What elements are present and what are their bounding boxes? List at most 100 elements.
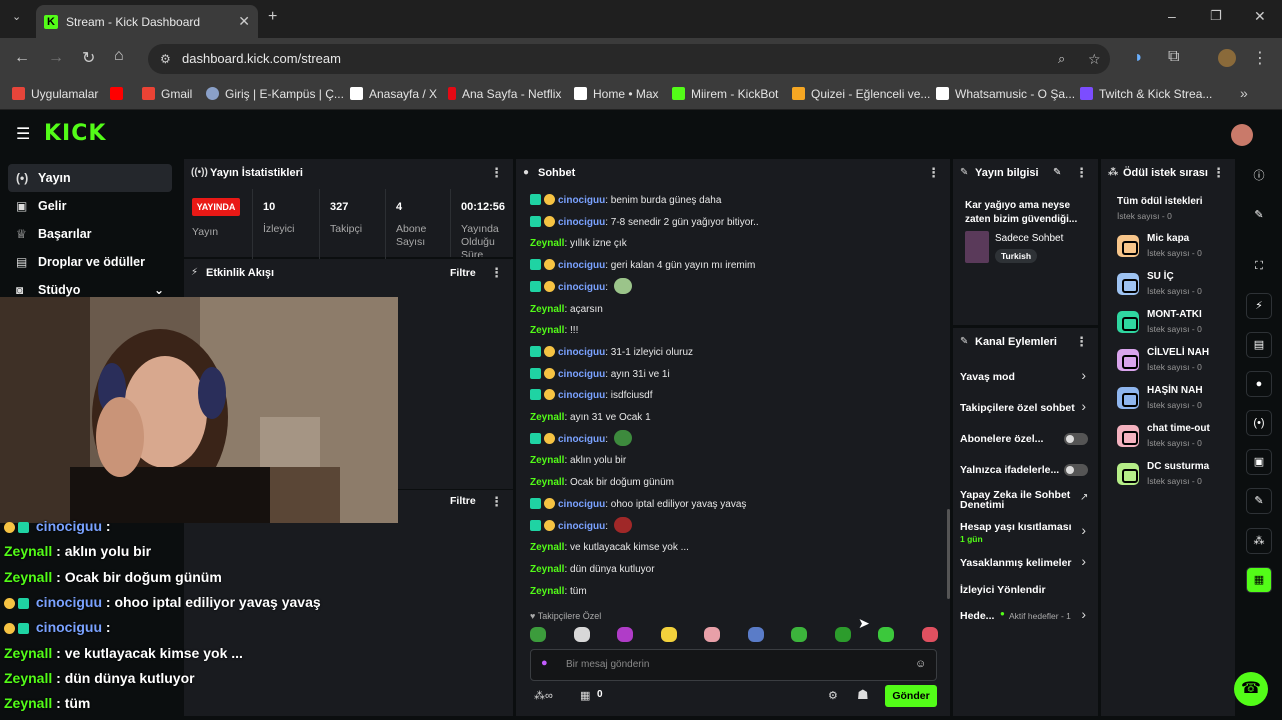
chevron-right-icon[interactable]: › — [1081, 398, 1086, 414]
stats-rail-icon[interactable]: ▣ — [1246, 449, 1272, 475]
extension-icon[interactable]: ◗ — [1134, 49, 1144, 67]
microphone-icon[interactable]: ● — [541, 657, 548, 669]
notes-icon[interactable]: ▤ — [1246, 332, 1272, 358]
chevron-right-icon[interactable]: › — [1081, 367, 1086, 383]
info-icon[interactable]: ⓘ — [1246, 164, 1272, 190]
sidebar-item-basarilar[interactable]: ♕ Başarılar — [8, 220, 172, 248]
zoom-icon[interactable]: ⌕ — [1058, 44, 1065, 74]
emote-picker-icon[interactable] — [921, 627, 938, 642]
emote-picker-icon[interactable] — [791, 627, 807, 642]
emote-picker-icon[interactable] — [704, 627, 720, 642]
new-tab-icon[interactable]: + — [268, 8, 277, 26]
reward-item[interactable]: HAŞİN NAH İstek sayısı - 0 — [1117, 385, 1227, 419]
activity-filter-button[interactable]: Filtre — [450, 259, 476, 287]
activity-menu-icon[interactable]: ⋮ — [490, 259, 503, 287]
address-bar[interactable]: ⚙ dashboard.kick.com/stream ⌕ ☆ — [148, 44, 1110, 74]
chat-username[interactable]: cinociguu — [558, 499, 605, 510]
bookmark-netflix[interactable]: Ana Sayfa - Netflix — [448, 80, 561, 110]
menu-kebab-icon[interactable]: ⋮ — [1252, 48, 1268, 68]
bookmark-ekampus[interactable]: Giriş | E-Kampüs | Ç... — [206, 80, 344, 110]
hamburger-menu-icon[interactable]: ☰ — [16, 124, 30, 144]
broadcast-rail-icon[interactable]: (•) — [1246, 410, 1272, 436]
tools-rail-icon[interactable]: ✎ — [1246, 488, 1272, 514]
send-button[interactable]: Gönder — [885, 685, 937, 707]
chat-username[interactable]: cinociguu — [558, 521, 605, 532]
action-goals[interactable]: Hede... — [960, 610, 994, 622]
chat-username[interactable]: Zeynall — [530, 542, 564, 553]
stats-menu-icon[interactable]: ⋮ — [490, 159, 503, 187]
bookmark-youtube[interactable] — [110, 80, 129, 110]
activity-menu-icon-2[interactable]: ⋮ — [490, 488, 503, 516]
chat-username[interactable]: Zeynall — [530, 304, 564, 315]
chat-settings-icon[interactable]: ⚙ — [828, 689, 838, 702]
activity-filter-button-2[interactable]: Filtre — [450, 495, 476, 507]
bookmark-whatsamusic[interactable]: Whatsamusic - O Şa... — [936, 80, 1075, 110]
subscribers-only-toggle[interactable] — [1064, 433, 1088, 445]
reward-item[interactable]: CİLVELİ NAH İstek sayısı - 0 — [1117, 347, 1227, 381]
action-raid[interactable]: İzleyici Yönlendir — [960, 584, 1046, 596]
emoji-icon[interactable]: ☺ — [915, 658, 926, 670]
chat-username[interactable]: cinociguu — [558, 390, 605, 401]
reward-item[interactable]: DC susturma İstek sayısı - 0 — [1117, 461, 1227, 495]
site-info-icon[interactable]: ⚙ — [160, 44, 171, 74]
chat-username[interactable]: cinociguu — [558, 369, 605, 380]
emote-picker-icon[interactable] — [834, 627, 851, 642]
action-slow-mode[interactable]: Yavaş mod — [960, 371, 1015, 383]
bookmark-quizei[interactable]: Quizei - Eğlenceli ve... — [792, 80, 930, 110]
tab-search-icon[interactable]: ⌄ — [12, 10, 21, 23]
chat-username[interactable]: cinociguu — [558, 217, 605, 228]
bookmark-twitch-kick[interactable]: Twitch & Kick Strea... — [1080, 80, 1212, 110]
sidebar-item-gelir[interactable]: ▣ Gelir — [8, 192, 172, 220]
bookmark-gmail[interactable]: Gmail — [142, 80, 192, 110]
emote-picker-icon[interactable] — [530, 627, 546, 642]
bookmark-star-icon[interactable]: ☆ — [1088, 44, 1101, 74]
edit-icon[interactable]: ✎ — [1246, 203, 1272, 229]
chat-username[interactable]: Zeynall — [530, 238, 564, 249]
back-icon[interactable]: ← — [14, 49, 30, 67]
emote-picker-icon[interactable] — [617, 627, 633, 642]
bookmark-max[interactable]: Home • Max — [574, 80, 659, 110]
chat-menu-icon[interactable]: ⋮ — [927, 159, 940, 187]
more-bookmarks-icon[interactable]: » — [1240, 85, 1248, 101]
chat-username[interactable]: Zeynall — [530, 325, 564, 336]
action-ai-moderation[interactable]: Yapay Zeka ile Sohbet Denetimi — [960, 490, 1078, 511]
edit-pencil-icon[interactable]: ✎ — [1053, 159, 1061, 187]
stream-info-menu-icon[interactable]: ⋮ — [1075, 159, 1088, 187]
chevron-right-icon[interactable]: › — [1081, 522, 1086, 538]
chat-username[interactable]: Zeynall — [530, 586, 564, 597]
bookmark-x[interactable]: Anasayfa / X — [350, 80, 437, 110]
emote-picker-icon[interactable] — [878, 627, 894, 642]
chat-username[interactable]: Zeynall — [530, 455, 564, 466]
external-link-icon[interactable]: ↗ — [1080, 492, 1088, 503]
chat-username[interactable]: Zeynall — [530, 477, 564, 488]
reload-icon[interactable]: ↻ — [82, 48, 95, 68]
close-window-icon[interactable]: ✕ — [1254, 8, 1266, 25]
all-rewards-label[interactable]: Tüm ödül istekleri — [1117, 196, 1203, 207]
reward-menu-icon[interactable]: ⋮ — [1212, 159, 1225, 187]
minimize-icon[interactable]: – — [1168, 8, 1176, 24]
chat-username[interactable]: Zeynall — [530, 412, 564, 423]
home-icon[interactable]: ⌂ — [114, 47, 124, 65]
kick-logo[interactable]: KICK — [44, 121, 106, 146]
action-account-age[interactable]: Hesap yaşı kısıtlaması — [960, 521, 1072, 533]
chat-username[interactable]: cinociguu — [558, 195, 605, 206]
profile-avatar[interactable] — [1218, 49, 1236, 67]
emote-picker-icon[interactable] — [660, 627, 677, 642]
fullscreen-icon[interactable]: ⛶ — [1246, 254, 1272, 280]
emote-picker-icon[interactable] — [747, 627, 764, 642]
action-banned-words[interactable]: Yasaklanmış kelimeler — [960, 557, 1072, 569]
chat-rail-icon[interactable]: ● — [1246, 371, 1272, 397]
close-tab-icon[interactable]: ✕ — [238, 13, 250, 30]
user-avatar[interactable] — [1231, 124, 1253, 146]
users-rail-icon[interactable]: ⁂ — [1246, 528, 1272, 554]
sidebar-item-droplar[interactable]: ▤ Droplar ve ödüller — [8, 248, 172, 276]
chat-username[interactable]: cinociguu — [558, 282, 605, 293]
chevron-right-icon[interactable]: › — [1081, 553, 1086, 569]
reward-item[interactable]: MONT-ATKI İstek sayısı - 0 — [1117, 309, 1227, 343]
emote-picker-icon[interactable] — [573, 627, 590, 642]
chat-username[interactable]: cinociguu — [558, 434, 605, 445]
bookmark-apps[interactable]: Uygulamalar — [12, 80, 98, 110]
bot-icon[interactable]: ☗ — [857, 687, 869, 703]
chat-input[interactable]: ● Bir mesaj gönderin ☺ — [530, 649, 937, 681]
chevron-right-icon[interactable]: › — [1081, 606, 1086, 622]
